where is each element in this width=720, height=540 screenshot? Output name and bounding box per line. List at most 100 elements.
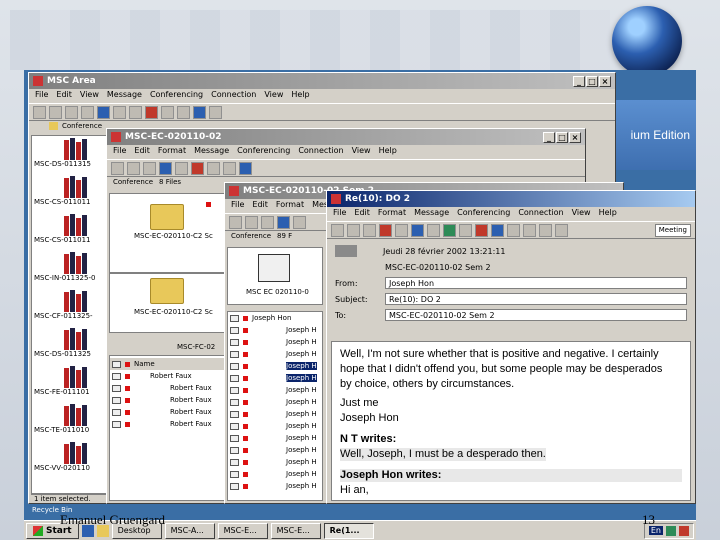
list-item[interactable]: MSC-FE-011101 xyxy=(34,366,104,404)
menu-conferencing[interactable]: Conferencing xyxy=(150,90,203,102)
table-row[interactable]: Joseph H xyxy=(228,360,322,372)
menu-conferencing[interactable]: Conferencing xyxy=(457,208,510,220)
tool-icon[interactable] xyxy=(523,224,536,237)
column-header[interactable]: Name xyxy=(110,358,226,370)
list-item[interactable]: MSC-VV-020110 xyxy=(34,442,104,480)
menu-edit[interactable]: Edit xyxy=(56,90,72,102)
menu-help[interactable]: Help xyxy=(291,90,309,102)
table-row[interactable]: Joseph H xyxy=(228,480,322,492)
taskbar-button-msc-e2[interactable]: MSC-E... xyxy=(270,522,321,539)
taskbar-button-msc-e1[interactable]: MSC-E... xyxy=(217,522,268,539)
tool-icon[interactable] xyxy=(427,224,440,237)
tool-icon[interactable] xyxy=(223,162,236,175)
menu-connection[interactable]: Connection xyxy=(298,146,343,158)
tool-icon[interactable] xyxy=(49,106,62,119)
folder-item[interactable] xyxy=(150,278,184,304)
maximize-button[interactable]: □ xyxy=(586,75,598,87)
table-row[interactable]: Joseph H xyxy=(228,408,322,420)
list-item[interactable]: MSC-DS-011325 xyxy=(34,328,104,366)
close-button[interactable]: × xyxy=(569,131,581,143)
table-row[interactable]: Joseph H xyxy=(228,420,322,432)
tool-icon[interactable] xyxy=(245,216,258,229)
table-row[interactable]: Joseph H xyxy=(228,348,322,360)
taskbar-button-message[interactable]: Re(1... xyxy=(323,522,374,539)
table-row[interactable]: Joseph H xyxy=(228,456,322,468)
tool-icon[interactable] xyxy=(475,224,488,237)
menu-format[interactable]: Format xyxy=(158,146,186,158)
tool-icon[interactable] xyxy=(143,162,156,175)
tool-icon[interactable] xyxy=(81,106,94,119)
tool-icon[interactable] xyxy=(331,224,344,237)
tool-icon[interactable] xyxy=(261,216,274,229)
close-button[interactable]: × xyxy=(599,75,611,87)
conf-author-list[interactable]: Name Robert Faux Robert Faux Robert Faux xyxy=(109,355,227,501)
tool-icon[interactable] xyxy=(129,106,142,119)
tool-icon[interactable] xyxy=(207,162,220,175)
table-row[interactable]: Joseph H xyxy=(228,396,322,408)
list-item[interactable]: MSC-CS-011011 xyxy=(34,176,104,214)
message-body[interactable]: Well, I'm not sure whether that is posit… xyxy=(331,341,691,501)
minimize-button[interactable]: _ xyxy=(573,75,585,87)
menu-connection[interactable]: Connection xyxy=(518,208,563,220)
list-item[interactable]: MSC-DS-011315 xyxy=(34,138,104,176)
tool-icon[interactable] xyxy=(111,162,124,175)
message-titlebar[interactable]: Re(10): DO 2 xyxy=(327,191,695,207)
menu-file[interactable]: File xyxy=(231,200,244,212)
table-row[interactable]: Robert Faux xyxy=(110,370,226,382)
search-icon[interactable] xyxy=(539,224,552,237)
area-conference-list[interactable]: MSC-DS-011315 MSC-CS-011011 MSC-CS-01101… xyxy=(31,135,107,495)
menu-format[interactable]: Format xyxy=(378,208,406,220)
thread-root-row[interactable]: Joseph Hon xyxy=(228,312,322,324)
minimize-button[interactable]: _ xyxy=(543,131,555,143)
message-window[interactable]: Re(10): DO 2 File Edit Format Message Co… xyxy=(326,190,696,504)
table-row[interactable]: Joseph H xyxy=(228,432,322,444)
tool-icon[interactable] xyxy=(33,106,46,119)
tool-icon[interactable] xyxy=(363,224,376,237)
menu-help[interactable]: Help xyxy=(599,208,617,220)
menu-connection[interactable]: Connection xyxy=(211,90,256,102)
to-field[interactable]: MSC-EC-020110-02 Sem 2 xyxy=(385,309,687,321)
menu-edit[interactable]: Edit xyxy=(252,200,268,212)
tool-icon[interactable] xyxy=(411,224,424,237)
conf-titlebar[interactable]: MSC-EC-020110-02 _ □ × xyxy=(107,129,585,145)
table-row[interactable]: Robert Faux xyxy=(110,406,226,418)
tool-icon[interactable] xyxy=(229,216,242,229)
menu-conferencing[interactable]: Conferencing xyxy=(237,146,290,158)
table-row[interactable]: Joseph H xyxy=(228,444,322,456)
menu-message[interactable]: Message xyxy=(107,90,142,102)
area-titlebar[interactable]: MSC Area _ □ × xyxy=(29,73,615,89)
table-row[interactable]: Robert Faux xyxy=(110,394,226,406)
network-icon[interactable] xyxy=(666,525,676,536)
table-row[interactable]: Joseph H xyxy=(228,336,322,348)
list-item[interactable]: MSC-IN-011325-0 xyxy=(34,252,104,290)
menu-format[interactable]: Format xyxy=(276,200,304,212)
tool-icon[interactable] xyxy=(395,224,408,237)
list-item[interactable]: MSC-TE-011010 xyxy=(34,404,104,442)
table-row[interactable]: Robert Faux xyxy=(110,418,226,430)
tool-icon[interactable] xyxy=(443,224,456,237)
tool-icon[interactable] xyxy=(555,224,568,237)
tool-icon[interactable] xyxy=(347,224,360,237)
tool-icon[interactable] xyxy=(277,216,290,229)
tool-icon[interactable] xyxy=(175,162,188,175)
tool-icon[interactable] xyxy=(209,106,222,119)
list-item[interactable]: MSC-CF-011325- xyxy=(34,290,104,328)
tool-icon[interactable] xyxy=(507,224,520,237)
tool-icon[interactable] xyxy=(491,224,504,237)
from-field[interactable]: Joseph Hon xyxy=(385,277,687,289)
tool-icon[interactable] xyxy=(459,224,472,237)
tool-icon[interactable] xyxy=(127,162,140,175)
tool-icon[interactable] xyxy=(177,106,190,119)
tool-icon[interactable] xyxy=(65,106,78,119)
menu-view[interactable]: View xyxy=(352,146,371,158)
conf-folder-pane-2[interactable]: MSC-EC-020110-C2 Sc xyxy=(109,273,227,333)
menu-file[interactable]: File xyxy=(333,208,346,220)
conf-folder-pane[interactable]: MSC-EC-020110-C2 Sc xyxy=(109,193,227,273)
folder-item[interactable] xyxy=(150,204,184,230)
maximize-button[interactable]: □ xyxy=(556,131,568,143)
tool-icon[interactable] xyxy=(239,162,252,175)
menu-view[interactable]: View xyxy=(80,90,99,102)
menu-edit[interactable]: Edit xyxy=(354,208,370,220)
menu-view-2[interactable]: View xyxy=(264,90,283,102)
taskbar-button-msc-area[interactable]: MSC-A... xyxy=(164,522,215,539)
